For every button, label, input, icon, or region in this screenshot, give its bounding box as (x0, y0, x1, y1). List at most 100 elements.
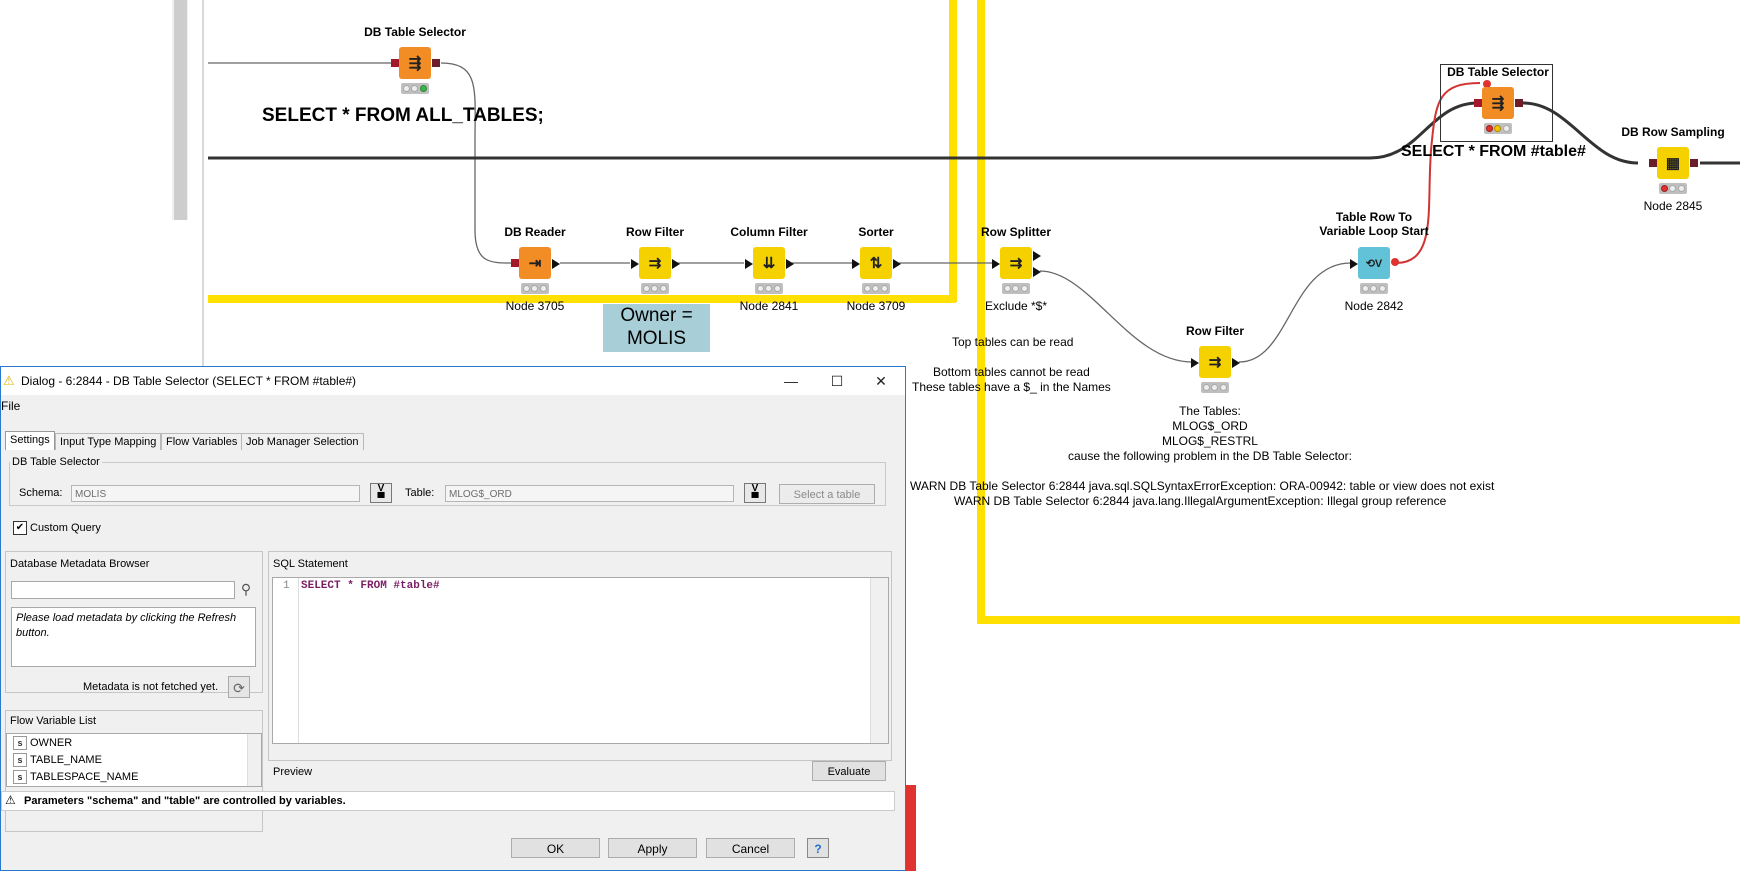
output-port-top[interactable] (1033, 251, 1041, 261)
wire-rowfilter2-to-loopstart (1238, 262, 1352, 363)
node-status (1002, 283, 1030, 294)
tab-flow-variables[interactable]: Flow Variables (161, 433, 243, 450)
output-port[interactable] (786, 259, 794, 269)
input-port[interactable] (1350, 259, 1358, 269)
flow-variable-list[interactable]: s OWNER s TABLE_NAME s TABLESPACE_NAME (6, 733, 262, 787)
input-port[interactable] (1191, 358, 1199, 368)
node-label: Row Filter (1185, 324, 1245, 338)
red-marker (906, 785, 916, 871)
input-port[interactable] (992, 259, 1000, 269)
variable-output-port[interactable] (1391, 258, 1399, 266)
output-port[interactable] (1232, 358, 1240, 368)
cancel-button[interactable]: Cancel (706, 838, 795, 858)
tables-problem-note: The Tables: MLOG$_ORD MLOG$_RESTRL cause… (1068, 404, 1352, 464)
input-port[interactable] (631, 259, 639, 269)
sorter-icon: ⇅ (860, 247, 892, 279)
group-label: DB Table Selector (12, 456, 100, 468)
table-field[interactable]: MLOG$_ORD (445, 485, 734, 502)
bottom-tables-note: Bottom tables cannot be read These table… (912, 365, 1111, 395)
node-label: DB Table Selector (1447, 65, 1549, 79)
metadata-browser-title: Database Metadata Browser (10, 558, 150, 570)
table-label: Table: (405, 487, 435, 499)
search-icon[interactable]: ⚲ (236, 581, 256, 599)
node-label: Row Splitter (980, 225, 1052, 239)
minimize-button[interactable]: — (769, 369, 813, 393)
node-status (1360, 283, 1388, 294)
schema-field[interactable]: MOLIS (71, 485, 360, 502)
string-variable-icon: s (13, 736, 27, 751)
output-port[interactable] (552, 259, 560, 269)
node-status (641, 283, 669, 294)
input-port[interactable] (511, 259, 519, 267)
wire-top-selector-to-reader (440, 62, 513, 264)
refresh-icon[interactable]: ⟳ (228, 676, 250, 698)
node-status (521, 283, 549, 294)
node-label: Row Filter (625, 225, 685, 239)
flow-variable-item[interactable]: s OWNER (13, 735, 72, 751)
input-port[interactable] (391, 59, 399, 67)
select-table-button[interactable]: Select a table (779, 484, 875, 504)
tables-note-line: MLOG$_ORD (1172, 419, 1248, 433)
warn-line-1: WARN DB Table Selector 6:2844 java.sql.S… (910, 479, 1495, 493)
apply-button[interactable]: Apply (608, 838, 697, 858)
schema-label: Schema: (19, 487, 63, 499)
close-button[interactable]: ✕ (859, 369, 903, 393)
db-reader-icon: ⇥ (519, 247, 551, 279)
node-status (755, 283, 783, 294)
node-label: DB Reader (504, 225, 566, 239)
owner-annotation-line2: MOLIS (626, 328, 687, 349)
schema-variable-button[interactable]: V ▀ (370, 483, 392, 504)
sql-statement-title: SQL Statement (273, 558, 348, 570)
warning-text: Parameters "schema" and "table" are cont… (24, 795, 346, 807)
node-label: Table Row To Variable Loop Start (1319, 210, 1429, 238)
string-variable-icon: s (13, 753, 27, 768)
db-table-selector-icon: ⇶ (1482, 87, 1514, 119)
flow-variable-list-title: Flow Variable List (10, 715, 96, 727)
ok-button[interactable]: OK (511, 838, 600, 858)
output-port[interactable] (672, 259, 680, 269)
help-button[interactable]: ? (807, 838, 829, 858)
preview-label: Preview (273, 766, 313, 778)
output-port-bottom[interactable] (1033, 267, 1041, 277)
loop-start-icon: ⟲V (1358, 247, 1390, 279)
warning-bar: ⚠ Parameters "schema" and "table" are co… (1, 791, 895, 811)
table-variable-button[interactable]: V ▀ (744, 483, 766, 504)
output-port[interactable] (1515, 99, 1523, 107)
line-number: 1 (283, 580, 290, 592)
node-id: Node 2841 (739, 299, 799, 313)
node-status (862, 283, 890, 294)
input-port[interactable] (1649, 159, 1657, 167)
node-label: DB Table Selector (364, 25, 466, 39)
menu-file[interactable]: File (1, 399, 20, 413)
node-status (1201, 382, 1229, 393)
tab-settings[interactable]: Settings (5, 431, 55, 450)
metadata-search-input[interactable] (11, 581, 235, 599)
dialog-titlebar[interactable]: ⚠ Dialog - 6:2844 - DB Table Selector (S… (1, 367, 905, 395)
right-sql-annotation: SELECT * FROM #table# (1401, 143, 1586, 160)
db-table-selector-icon: ⇶ (399, 47, 431, 79)
sql-editor[interactable]: 1 SELECT * FROM #table# (272, 577, 889, 744)
sql-text[interactable]: SELECT * FROM #table# (301, 580, 440, 592)
maximize-button[interactable]: ☐ (815, 369, 859, 393)
output-port[interactable] (432, 59, 440, 67)
metadata-message: Please load metadata by clicking the Ref… (11, 607, 256, 667)
tab-job-manager-selection[interactable]: Job Manager Selection (241, 433, 364, 450)
tab-input-type-mapping[interactable]: Input Type Mapping (55, 433, 162, 450)
node-status (1659, 183, 1687, 194)
custom-query-checkbox[interactable]: ✔ (13, 521, 27, 535)
column-filter-icon: ⇊ (753, 247, 785, 279)
flow-variable-scrollbar[interactable] (247, 734, 261, 786)
db-table-selector-dialog[interactable]: ⚠ Dialog - 6:2844 - DB Table Selector (S… (0, 366, 906, 871)
warn-line-2: WARN DB Table Selector 6:2844 java.lang.… (954, 494, 1447, 508)
input-port[interactable] (1474, 99, 1482, 107)
input-port[interactable] (852, 259, 860, 269)
evaluate-button[interactable]: Evaluate (812, 761, 886, 781)
input-port[interactable] (745, 259, 753, 269)
tables-note-line: MLOG$_RESTRL (1161, 434, 1258, 448)
output-port[interactable] (893, 259, 901, 269)
sql-editor-scrollbar[interactable] (870, 578, 888, 743)
bottom-tables-note-line2: These tables have a $_ in the Names (912, 380, 1111, 394)
flow-variable-item[interactable]: s TABLESPACE_NAME (13, 769, 138, 785)
flow-variable-item[interactable]: s TABLE_NAME (13, 752, 102, 768)
output-port[interactable] (1690, 159, 1698, 167)
